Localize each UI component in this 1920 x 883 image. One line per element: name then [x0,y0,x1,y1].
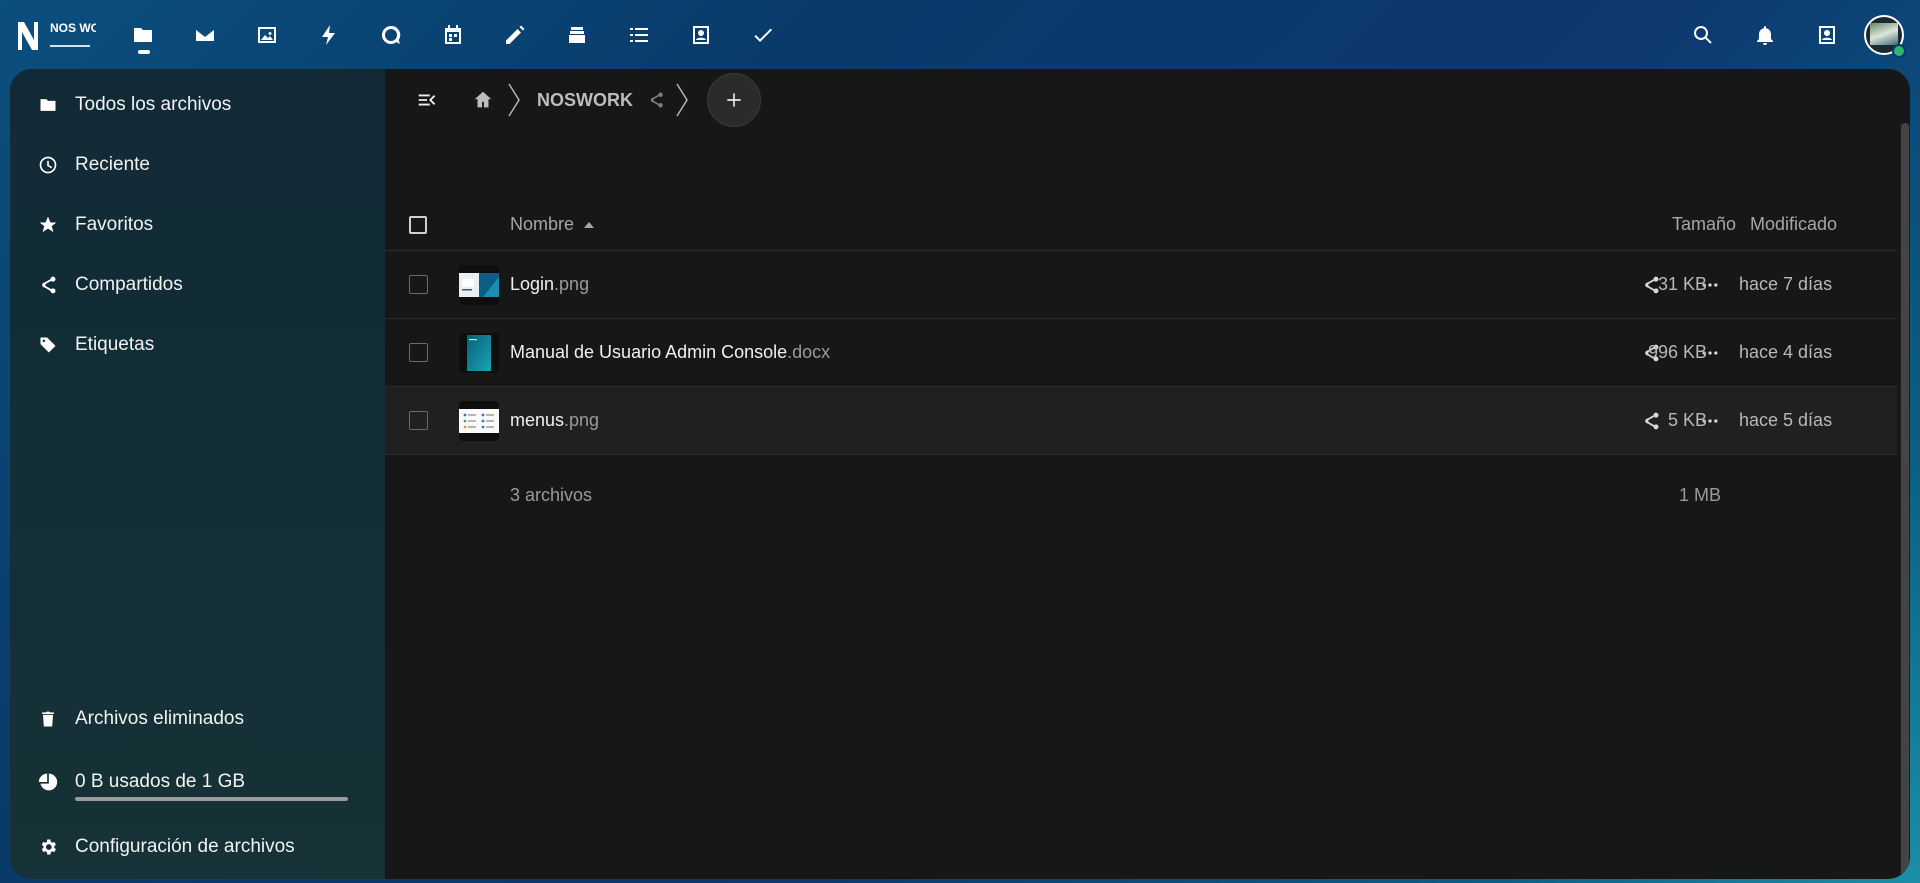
table-footer: 3 archivos 1 MB [385,455,1897,535]
folder-icon [36,93,60,117]
sidebar-item-shared[interactable]: Compartidos [10,255,385,315]
trash-label: Archivos eliminados [75,708,244,729]
table-row[interactable]: menus.png 5 KB hace 5 días [385,387,1897,455]
svg-text:NOS WORK: NOS WORK [50,21,96,35]
top-bar: NOS WORK [0,0,1920,70]
breadcrumb: NOSWORK [385,69,1910,131]
sidebar-item-favorites[interactable]: Favoritos [10,195,385,255]
file-extension: .png [554,274,590,294]
file-thumbnail [459,400,499,441]
row-checkbox[interactable] [409,411,428,430]
file-size: 31 KB [1657,274,1707,294]
sidebar-item-tags[interactable]: Etiquetas [10,315,385,375]
settings-label: Configuración de archivos [75,836,295,857]
row-checkbox[interactable] [409,275,428,294]
nos-work-logo[interactable]: NOS WORK [16,18,118,54]
online-status-indicator [1892,44,1906,58]
file-basename: Login [510,274,555,294]
column-header-name: Nombre [510,214,575,234]
share-icon [36,273,60,297]
file-modified: hace 5 días [1739,410,1833,430]
sort-ascending-icon [584,222,595,229]
sidebar-item-label: Todos los archivos [75,94,232,115]
quota-label: 0 B usados de 1 GB [75,771,246,792]
clock-icon [36,153,60,177]
sort-by-name[interactable]: Nombre [510,214,595,235]
row-checkbox[interactable] [409,343,428,362]
share-icon[interactable] [1631,401,1671,441]
app-menu [112,12,794,58]
gear-icon [36,835,60,859]
breadcrumb-folder[interactable]: NOSWORK [537,90,633,111]
sidebar-item-settings[interactable]: Configuración de archivos [10,815,385,879]
files-content: NOSWORK Nombre Tamaño Modificado Login.p… [385,69,1910,879]
photos-app-icon[interactable] [236,12,298,58]
quota-progress-bar [75,797,348,801]
sidebar-item-label: Reciente [75,154,150,175]
scrollbar[interactable] [1900,123,1910,879]
calendar-app-icon[interactable] [422,12,484,58]
toggle-sidebar-button[interactable] [405,78,449,122]
star-icon [36,213,60,237]
sidebar-item-label: Etiquetas [75,334,155,355]
files-app-icon[interactable] [112,12,174,58]
total-size: 1 MB [1678,485,1721,505]
breadcrumb-separator [675,82,689,118]
file-name[interactable]: Login.png [510,274,589,295]
files-table: Nombre Tamaño Modificado Login.png 31 KB [385,199,1897,535]
file-name[interactable]: menus.png [510,410,599,431]
activity-app-icon[interactable] [298,12,360,58]
share-icon[interactable] [641,85,671,115]
storage-quota[interactable]: 0 B usados de 1 GB [10,749,385,815]
plus-icon [727,93,741,107]
column-header-size: Tamaño [1671,214,1736,234]
sidebar-item-label: Favoritos [75,214,154,235]
pie-chart-icon [36,770,60,794]
sidebar-item-trash[interactable]: Archivos eliminados [10,689,385,749]
trash-icon [36,707,60,731]
sort-by-modified[interactable]: Modificado [1750,214,1837,235]
column-header-modified: Modificado [1750,214,1838,234]
deck-app-icon[interactable] [546,12,608,58]
table-row[interactable]: Manual de Usuario Admin Console.docx 996… [385,319,1897,387]
file-size: 5 KB [1667,410,1707,430]
notifications-icon[interactable] [1734,12,1796,58]
file-extension: .docx [787,342,831,362]
file-size: 996 KB [1647,342,1707,362]
file-basename: Manual de Usuario Admin Console [510,342,788,362]
file-basename: menus [510,410,565,430]
sort-by-size[interactable]: Tamaño [1672,214,1736,235]
talk-app-icon[interactable] [360,12,422,58]
tasks-app-icon[interactable] [608,12,670,58]
file-modified: hace 4 días [1739,342,1833,362]
notes-app-icon[interactable] [484,12,546,58]
scrollbar-thumb[interactable] [1901,123,1909,879]
home-icon[interactable] [463,80,503,120]
new-item-button[interactable] [707,73,761,127]
file-count: 3 archivos [510,485,593,505]
navigation-sidebar: Todos los archivos Reciente Favoritos Co… [10,69,385,879]
search-icon[interactable] [1672,12,1734,58]
file-thumbnail [459,332,499,373]
sidebar-item-label: Compartidos [75,274,183,295]
file-name[interactable]: Manual de Usuario Admin Console.docx [510,342,830,363]
table-header: Nombre Tamaño Modificado [385,199,1897,251]
select-all-checkbox[interactable] [409,215,427,234]
file-thumbnail [459,264,499,305]
file-modified: hace 7 días [1739,274,1833,294]
sidebar-item-recent[interactable]: Reciente [10,135,385,195]
breadcrumb-separator [507,82,521,118]
contacts-menu-icon[interactable] [1796,12,1858,58]
sidebar-item-all-files[interactable]: Todos los archivos [10,75,385,135]
checkmark-app-icon[interactable] [732,12,794,58]
files-window: Todos los archivos Reciente Favoritos Co… [10,69,1910,879]
table-row[interactable]: Login.png 31 KB hace 7 días [385,251,1897,319]
file-extension: .png [564,410,600,430]
header-right [1672,12,1904,58]
mail-app-icon[interactable] [174,12,236,58]
contacts-app-icon[interactable] [670,12,732,58]
tag-icon [36,333,60,357]
